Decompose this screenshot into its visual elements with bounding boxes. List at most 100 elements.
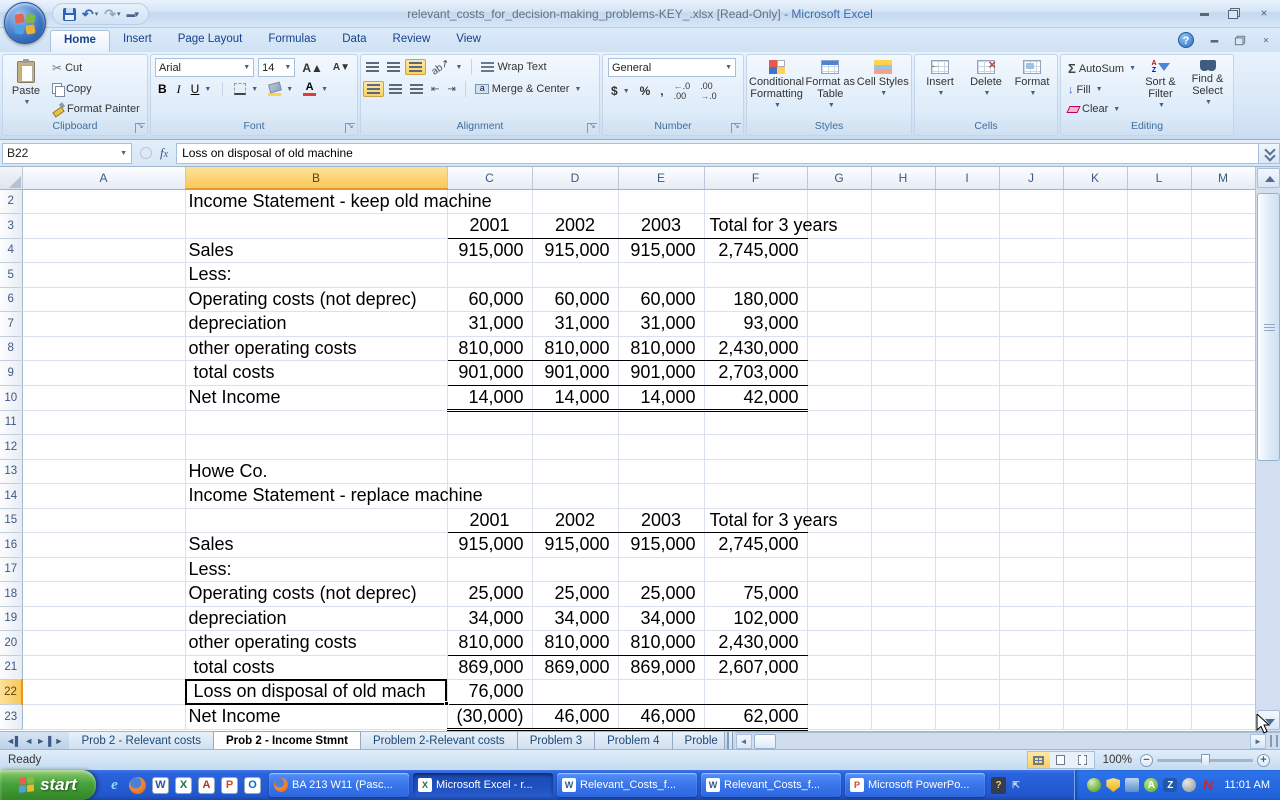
taskbar-button-ba-213-w11-pasc[interactable]: BA 213 W11 (Pasc... <box>269 773 409 797</box>
cell-G11[interactable] <box>807 410 871 435</box>
cell-A15[interactable] <box>22 508 185 533</box>
firefox-icon[interactable] <box>129 777 146 794</box>
cell-D23[interactable]: 46,000 <box>532 704 618 729</box>
cell-L3[interactable] <box>1127 214 1191 239</box>
cell-E10[interactable]: 14,000 <box>618 385 704 410</box>
clipboard-dialog-launcher[interactable] <box>135 123 145 133</box>
vertical-scrollbar[interactable] <box>1255 167 1280 731</box>
gray-orb-tray-icon[interactable] <box>1182 778 1196 792</box>
normal-view-button[interactable] <box>1028 752 1050 768</box>
row-header-7[interactable]: 7 <box>0 312 22 337</box>
cell-B10[interactable]: Net Income <box>185 385 447 410</box>
cell-E16[interactable]: 915,000 <box>618 533 704 558</box>
cell-M2[interactable] <box>1191 189 1255 214</box>
cell-A11[interactable] <box>22 410 185 435</box>
cell-E2[interactable] <box>618 189 704 214</box>
insert-function-button[interactable]: fx <box>160 145 168 161</box>
cell-A19[interactable] <box>22 606 185 631</box>
cell-J12[interactable] <box>999 435 1063 460</box>
column-header-L[interactable]: L <box>1127 167 1191 189</box>
cell-A20[interactable] <box>22 631 185 656</box>
column-header-H[interactable]: H <box>871 167 935 189</box>
cell-M20[interactable] <box>1191 631 1255 656</box>
row-header-11[interactable]: 11 <box>0 410 22 435</box>
sheet-tab-prob-2-income-stmnt[interactable]: Prob 2 - Income Stmnt <box>214 731 361 749</box>
cell-H22[interactable] <box>871 680 935 705</box>
decrease-indent-button[interactable]: ⇤ <box>428 83 442 96</box>
shrink-font-button[interactable]: A▼ <box>330 61 353 74</box>
align-bottom-button[interactable] <box>405 59 426 75</box>
cell-H2[interactable] <box>871 189 935 214</box>
cell-A6[interactable] <box>22 287 185 312</box>
taskbar-button-relevant-costs-f[interactable]: WRelevant_Costs_f... <box>557 773 697 797</box>
cell-G10[interactable] <box>807 385 871 410</box>
cell-D5[interactable] <box>532 263 618 288</box>
tab-split-handle[interactable] <box>727 732 733 749</box>
green-a-tray-icon[interactable]: A <box>1144 778 1158 792</box>
align-left-button[interactable] <box>363 81 384 97</box>
cell-K12[interactable] <box>1063 435 1127 460</box>
cell-A23[interactable] <box>22 704 185 729</box>
cell-K14[interactable] <box>1063 484 1127 509</box>
cell-B5[interactable]: Less: <box>185 263 447 288</box>
column-header-G[interactable]: G <box>807 167 871 189</box>
row-header-18[interactable]: 18 <box>0 582 22 607</box>
cell-K9[interactable] <box>1063 361 1127 386</box>
cell-H18[interactable] <box>871 582 935 607</box>
cell-M7[interactable] <box>1191 312 1255 337</box>
format-as-table-button[interactable]: Format as Table▼ <box>804 57 856 119</box>
cell-I3[interactable] <box>935 214 999 239</box>
cell-F8[interactable]: 2,430,000 <box>704 336 807 361</box>
cell-K4[interactable] <box>1063 238 1127 263</box>
cell-E17[interactable] <box>618 557 704 582</box>
cell-D3[interactable]: 2002 <box>532 214 618 239</box>
cell-E7[interactable]: 31,000 <box>618 312 704 337</box>
column-header-K[interactable]: K <box>1063 167 1127 189</box>
cell-C13[interactable] <box>447 459 532 484</box>
cell-I14[interactable] <box>935 484 999 509</box>
horizontal-scrollbar[interactable]: ◄ ► <box>735 732 1280 749</box>
cell-I15[interactable] <box>935 508 999 533</box>
cell-F10[interactable]: 42,000 <box>704 385 807 410</box>
cell-H17[interactable] <box>871 557 935 582</box>
cell-B6[interactable]: Operating costs (not deprec) <box>185 287 447 312</box>
cell-K22[interactable] <box>1063 680 1127 705</box>
cell-L4[interactable] <box>1127 238 1191 263</box>
cell-K18[interactable] <box>1063 582 1127 607</box>
align-right-button[interactable] <box>407 82 426 96</box>
cell-E8[interactable]: 810,000 <box>618 336 704 361</box>
bold-button[interactable]: B <box>155 81 170 97</box>
insert-cells-button[interactable]: Insert▼ <box>918 57 962 119</box>
access-icon[interactable]: A <box>198 777 215 794</box>
cell-A17[interactable] <box>22 557 185 582</box>
cell-B2[interactable]: Income Statement - keep old machine <box>185 189 447 214</box>
cell-D7[interactable]: 31,000 <box>532 312 618 337</box>
column-header-A[interactable]: A <box>22 167 185 189</box>
cell-L16[interactable] <box>1127 533 1191 558</box>
last-sheet-button[interactable]: ▌► <box>48 736 63 746</box>
wrap-text-button[interactable]: Wrap Text <box>478 60 549 74</box>
cell-I2[interactable] <box>935 189 999 214</box>
cell-D11[interactable] <box>532 410 618 435</box>
cell-M8[interactable] <box>1191 336 1255 361</box>
cell-I22[interactable] <box>935 680 999 705</box>
cell-D16[interactable]: 915,000 <box>532 533 618 558</box>
cell-D13[interactable] <box>532 459 618 484</box>
cell-F11[interactable] <box>704 410 807 435</box>
column-header-C[interactable]: C <box>447 167 532 189</box>
cell-G23[interactable] <box>807 704 871 729</box>
borders-button[interactable]: ▼ <box>231 82 261 96</box>
red-n-tray-icon[interactable]: N <box>1201 778 1215 792</box>
cell-J21[interactable] <box>999 655 1063 680</box>
scroll-up-button[interactable] <box>1257 168 1280 188</box>
cell-L8[interactable] <box>1127 336 1191 361</box>
font-size-combo[interactable]: 14▼ <box>258 58 295 77</box>
cell-D20[interactable]: 810,000 <box>532 631 618 656</box>
number-dialog-launcher[interactable] <box>731 123 741 133</box>
cell-D17[interactable] <box>532 557 618 582</box>
cell-A8[interactable] <box>22 336 185 361</box>
cell-I21[interactable] <box>935 655 999 680</box>
merge-center-button[interactable]: Merge & Center▼ <box>472 82 585 96</box>
cell-L23[interactable] <box>1127 704 1191 729</box>
cell-E23[interactable]: 46,000 <box>618 704 704 729</box>
